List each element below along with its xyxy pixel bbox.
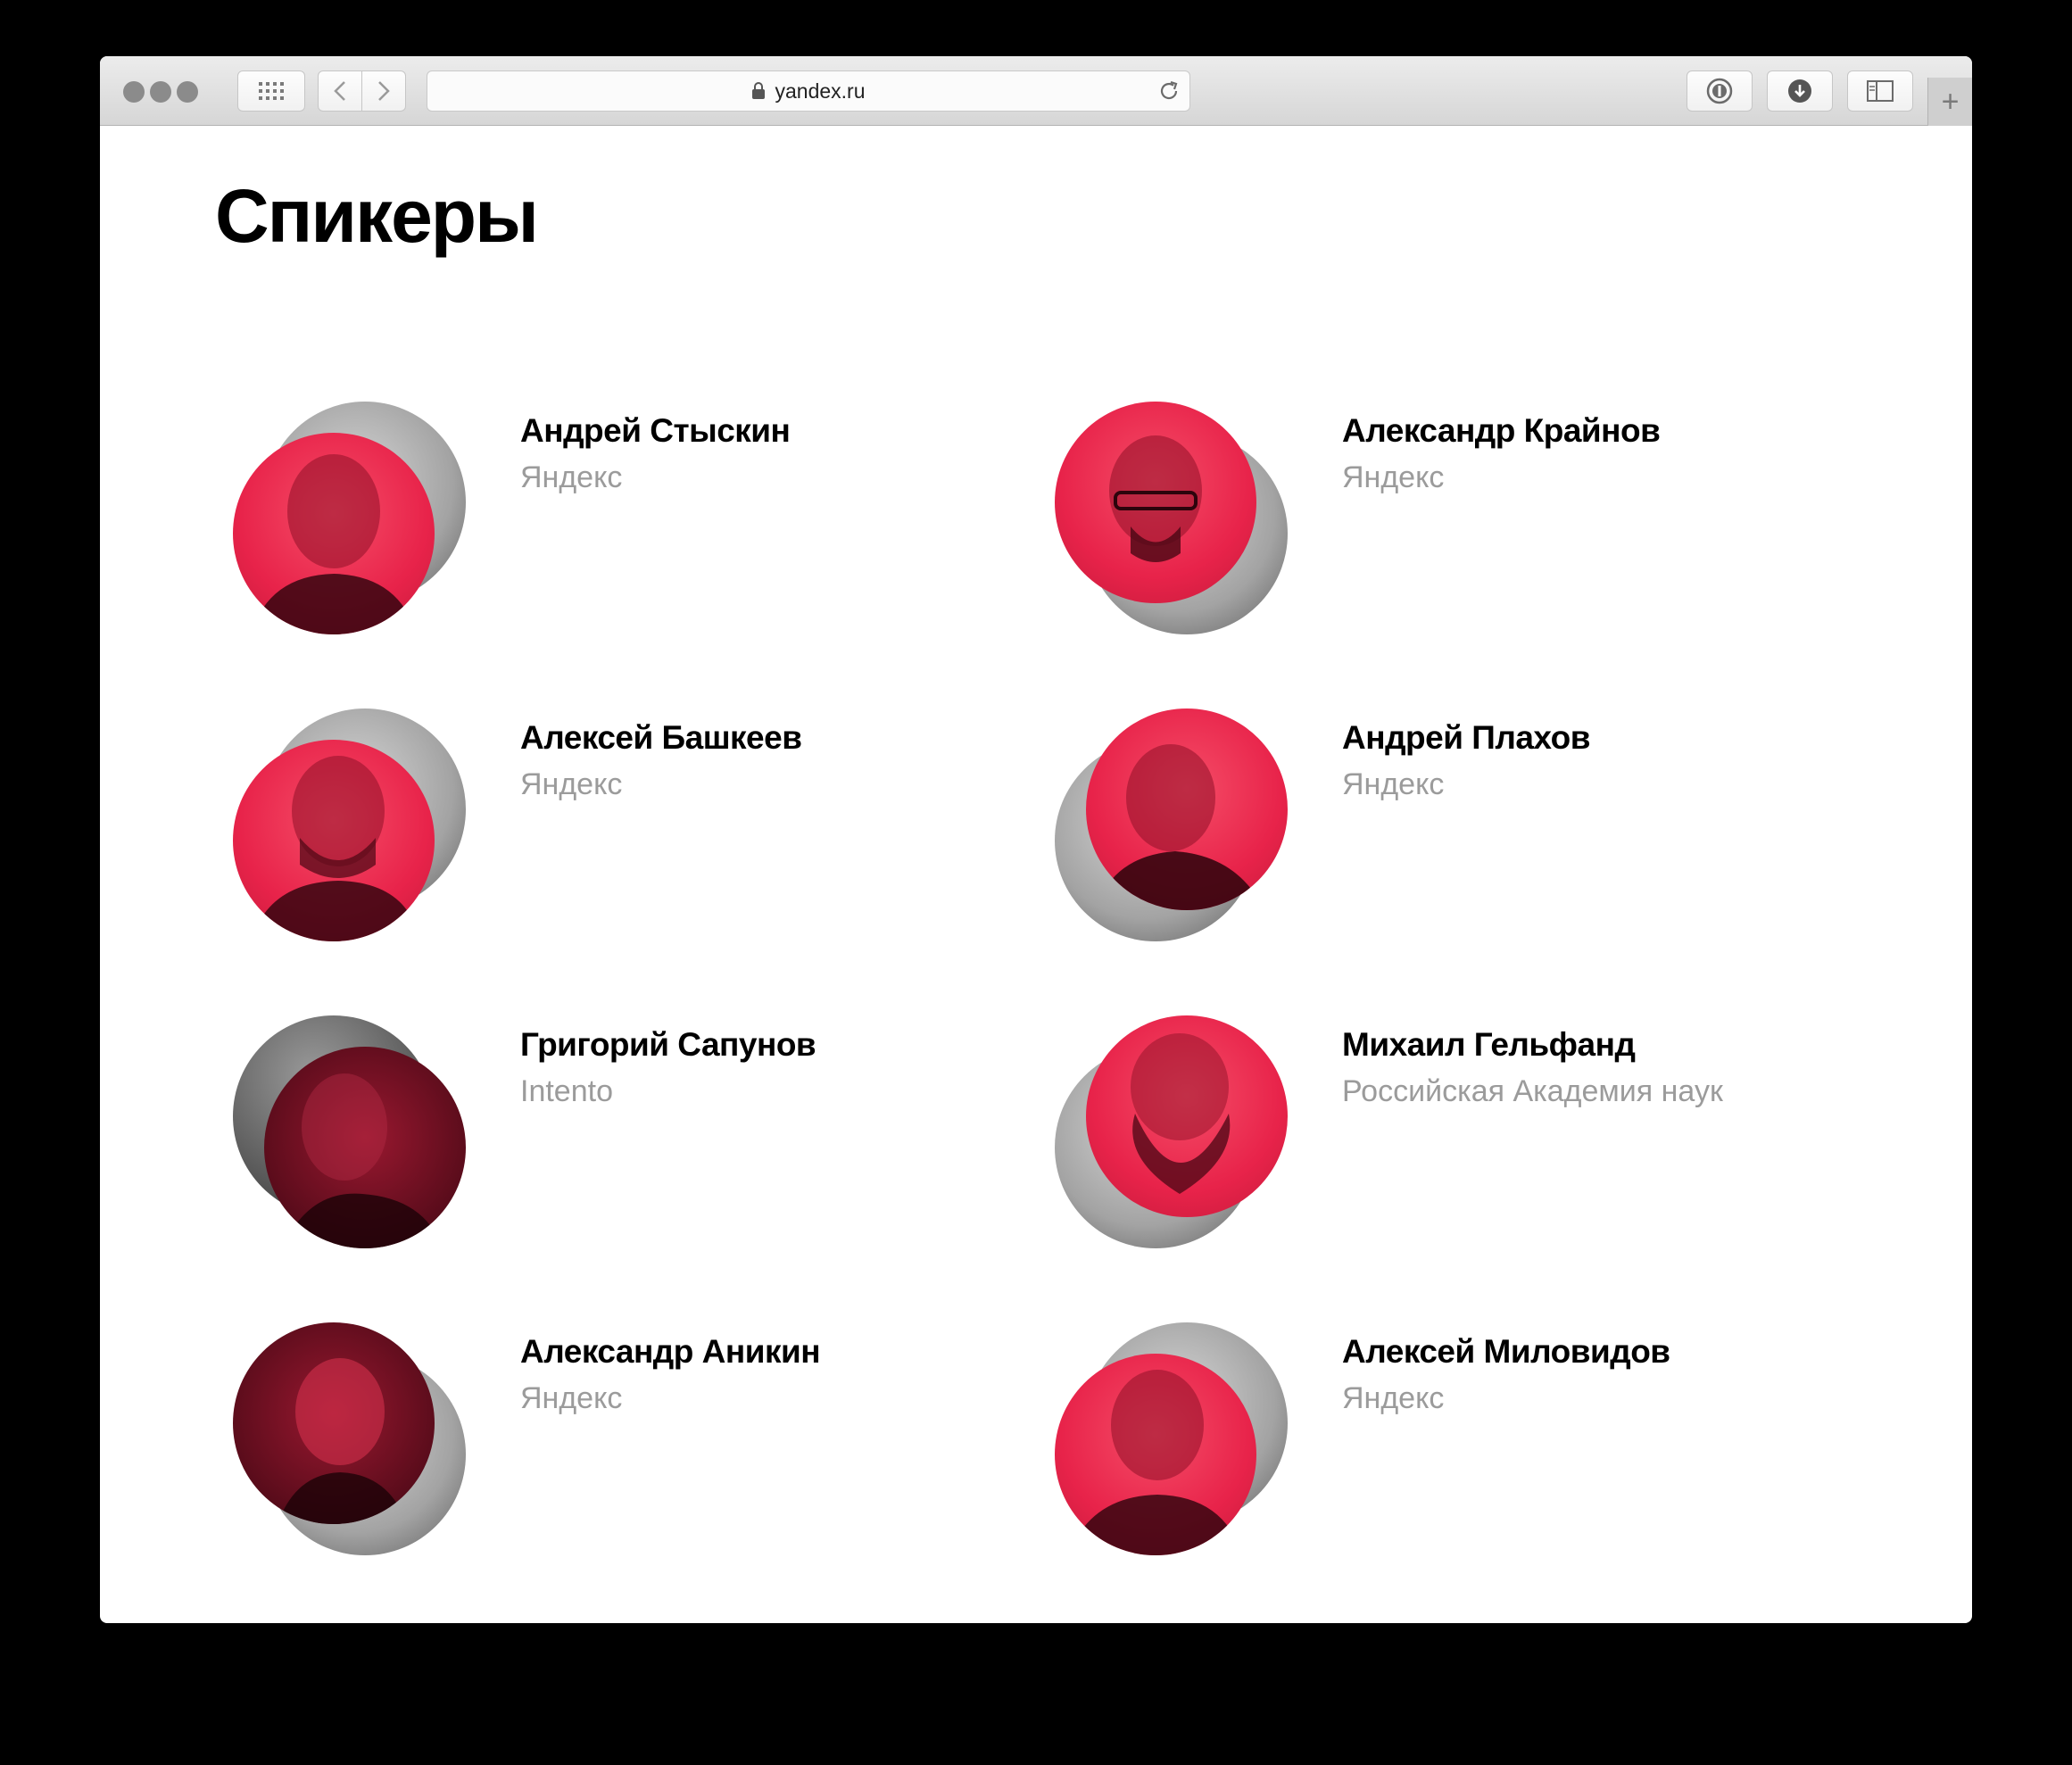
speaker-avatar bbox=[233, 402, 468, 637]
speaker-name[interactable]: Алексей Миловидов bbox=[1342, 1333, 1670, 1371]
address-bar[interactable]: yandex.ru bbox=[427, 70, 1190, 112]
page-title: Спикеры bbox=[215, 174, 539, 258]
speaker-card[interactable]: Александр Аникин Яндекс bbox=[233, 1322, 1018, 1563]
speaker-name[interactable]: Александр Крайнов bbox=[1342, 412, 1661, 450]
lock-icon bbox=[751, 82, 766, 100]
speaker-company: Яндекс bbox=[1342, 1381, 1445, 1415]
grid-button[interactable] bbox=[237, 70, 305, 112]
browser-window: yandex.ru + Спикеры Андрей Стыскин Яндек… bbox=[100, 56, 1972, 1623]
browser-toolbar: yandex.ru + bbox=[100, 56, 1972, 126]
sidebar-button[interactable] bbox=[1847, 70, 1913, 112]
speaker-avatar bbox=[1055, 708, 1290, 944]
speaker-name[interactable]: Григорий Сапунов bbox=[520, 1026, 816, 1064]
forward-button[interactable] bbox=[361, 70, 406, 112]
address-url: yandex.ru bbox=[775, 79, 866, 103]
speaker-card[interactable]: Александр Крайнов Яндекс bbox=[1055, 402, 1840, 642]
minimize-window-button[interactable] bbox=[150, 81, 171, 103]
speaker-avatar bbox=[233, 1322, 468, 1558]
speaker-name[interactable]: Андрей Стыскин bbox=[520, 412, 791, 450]
speaker-company: Российская Академия наук bbox=[1342, 1074, 1723, 1108]
speaker-avatar bbox=[233, 708, 468, 944]
sidebar-icon bbox=[1867, 80, 1894, 102]
password-manager-button[interactable] bbox=[1687, 70, 1753, 112]
new-tab-button[interactable]: + bbox=[1927, 78, 1972, 126]
speaker-company: Intento bbox=[520, 1074, 613, 1108]
downloads-button[interactable] bbox=[1767, 70, 1833, 112]
download-icon bbox=[1788, 79, 1811, 103]
new-tab-icon: + bbox=[1941, 84, 1960, 119]
speaker-name[interactable]: Александр Аникин bbox=[520, 1333, 821, 1371]
speaker-name[interactable]: Андрей Плахов bbox=[1342, 719, 1590, 757]
speaker-avatar bbox=[233, 1015, 468, 1251]
speaker-avatar bbox=[1055, 1322, 1290, 1558]
speaker-company: Яндекс bbox=[520, 767, 623, 801]
close-window-button[interactable] bbox=[123, 81, 145, 103]
speaker-card[interactable]: Михаил Гельфанд Российская Академия наук bbox=[1055, 1015, 1840, 1256]
reload-icon[interactable] bbox=[1157, 79, 1181, 103]
zoom-window-button[interactable] bbox=[177, 81, 198, 103]
speaker-company: Яндекс bbox=[1342, 460, 1445, 494]
speaker-name[interactable]: Михаил Гельфанд bbox=[1342, 1026, 1636, 1064]
back-button[interactable] bbox=[318, 70, 362, 112]
speaker-company: Яндекс bbox=[520, 1381, 623, 1415]
speaker-card[interactable]: Алексей Башкеев Яндекс bbox=[233, 708, 1018, 949]
speaker-company: Яндекс bbox=[1342, 767, 1445, 801]
forward-icon bbox=[378, 81, 390, 101]
speaker-card[interactable]: Григорий Сапунов Intento bbox=[233, 1015, 1018, 1256]
speaker-company: Яндекс bbox=[520, 460, 623, 494]
speaker-card[interactable]: Алексей Миловидов Яндекс bbox=[1055, 1322, 1840, 1563]
speaker-card[interactable]: Андрей Плахов Яндекс bbox=[1055, 708, 1840, 949]
speaker-name[interactable]: Алексей Башкеев bbox=[520, 719, 802, 757]
speaker-card[interactable]: Андрей Стыскин Яндекс bbox=[233, 402, 1018, 642]
back-icon bbox=[334, 81, 345, 101]
speaker-avatar bbox=[1055, 1015, 1290, 1251]
speaker-avatar bbox=[1055, 402, 1290, 637]
password-icon bbox=[1706, 78, 1733, 104]
grid-icon bbox=[259, 82, 284, 100]
